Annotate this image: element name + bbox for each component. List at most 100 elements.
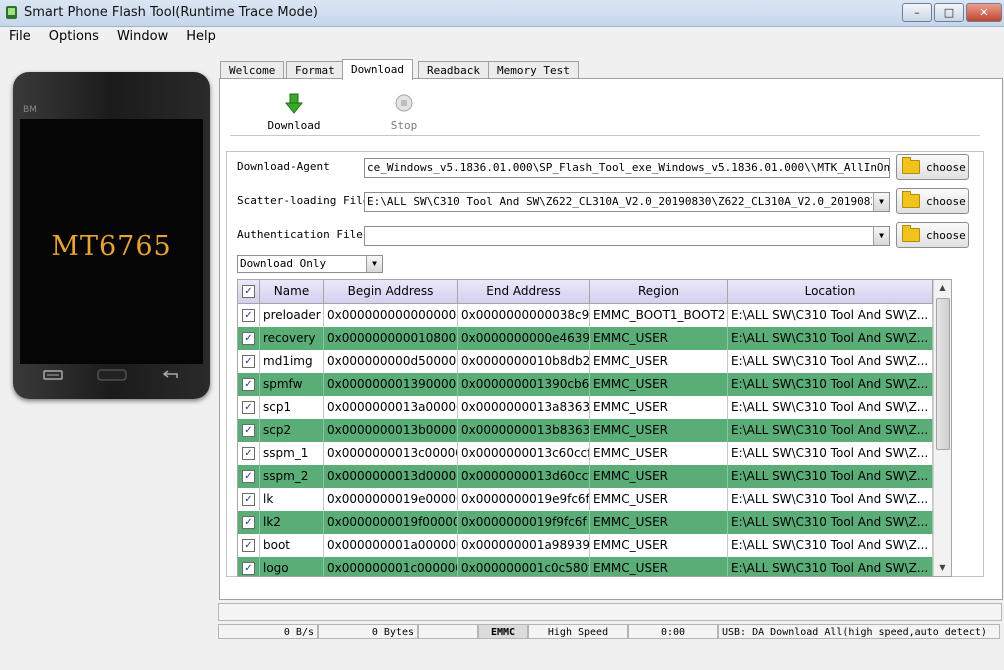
tab-welcome[interactable]: Welcome [220, 61, 285, 79]
table-row[interactable]: ✓ spmfw 0x0000000013900000 0x000000001390cb… [238, 373, 933, 396]
region: EMMC_USER [590, 511, 728, 534]
partition-name: sspm_1 [260, 442, 324, 465]
status-speed: 0 B/s [218, 624, 318, 639]
download-settings: Download-Agent ce_Windows_v5.1836.01.000… [226, 151, 984, 577]
partition-name: lk [260, 488, 324, 511]
download-button[interactable]: Download [259, 87, 329, 133]
table-row[interactable]: ✓ boot 0x000000001a000000 0x000000001a98939… [238, 534, 933, 557]
row-checkbox-cell: ✓ [238, 557, 260, 576]
scroll-thumb[interactable] [936, 298, 950, 450]
menu-bar: File Options Window Help [0, 26, 1004, 46]
partition-name: lk2 [260, 511, 324, 534]
row-checkbox[interactable]: ✓ [242, 424, 255, 437]
partition-name: scp1 [260, 396, 324, 419]
auth-file-label: Authentication File [237, 228, 363, 241]
header-location[interactable]: Location [728, 280, 933, 303]
row-checkbox[interactable]: ✓ [242, 378, 255, 391]
table-row[interactable]: ✓ logo 0x000000001c000000 0x000000001c0c580… [238, 557, 933, 576]
device-screen: MT6765 [20, 119, 203, 364]
table-header: ✓ Name Begin Address End Address Region … [238, 280, 933, 304]
table-row[interactable]: ✓ scp2 0x0000000013b00000 0x0000000013b8363… [238, 419, 933, 442]
row-checkbox[interactable]: ✓ [242, 470, 255, 483]
location: E:\ALL SW\C310 Tool And SW\Z... [728, 350, 933, 373]
row-checkbox[interactable]: ✓ [242, 401, 255, 414]
scatter-file-choose-button[interactable]: choose [896, 188, 969, 214]
chevron-down-icon[interactable]: ▼ [873, 227, 889, 245]
auth-file-choose-button[interactable]: choose [896, 222, 969, 248]
row-checkbox[interactable]: ✓ [242, 516, 255, 529]
download-panel: Download Stop Download-Agent ce_Windows_… [219, 78, 1003, 600]
tab-download[interactable]: Download [342, 59, 413, 80]
header-end-address[interactable]: End Address [458, 280, 590, 303]
tab-memory-test[interactable]: Memory Test [488, 61, 579, 79]
progress-bar [218, 603, 1002, 621]
table-row[interactable]: ✓ recovery 0x0000000000108000 0x0000000000e… [238, 327, 933, 350]
row-checkbox[interactable]: ✓ [242, 332, 255, 345]
row-checkbox-cell: ✓ [238, 373, 260, 396]
download-agent-field[interactable]: ce_Windows_v5.1836.01.000\SP_Flash_Tool_… [364, 158, 890, 178]
table-row[interactable]: ✓ lk 0x0000000019e00000 0x0000000019e9fc6f E… [238, 488, 933, 511]
menu-window[interactable]: Window [108, 29, 177, 44]
download-mode-select[interactable]: Download Only ▼ [237, 255, 383, 273]
table-scrollbar[interactable]: ▲ ▼ [933, 280, 951, 576]
choose-label: choose [926, 194, 966, 208]
menu-options[interactable]: Options [40, 29, 108, 44]
maximize-button[interactable]: □ [934, 3, 964, 22]
chevron-down-icon[interactable]: ▼ [873, 193, 889, 211]
begin-address: 0x0000000019f00000 [324, 511, 458, 534]
close-button[interactable]: ✕ [966, 3, 1002, 22]
stop-button[interactable]: Stop [369, 87, 439, 133]
table-row[interactable]: ✓ md1img 0x000000000d500000 0x0000000010b8d… [238, 350, 933, 373]
row-checkbox[interactable]: ✓ [242, 309, 255, 322]
scroll-up-icon[interactable]: ▲ [934, 280, 951, 295]
row-checkbox[interactable]: ✓ [242, 539, 255, 552]
auth-file-dropdown[interactable]: ▼ [364, 226, 890, 246]
download-agent-value: ce_Windows_v5.1836.01.000\SP_Flash_Tool_… [367, 161, 890, 174]
partition-name: spmfw [260, 373, 324, 396]
row-checkbox[interactable]: ✓ [242, 447, 255, 460]
download-label: Download [267, 119, 321, 132]
scatter-file-dropdown[interactable]: E:\ALL SW\C310 Tool And SW\Z622_CL310A_V… [364, 192, 890, 212]
end-address: 0x0000000010b8db2f [458, 350, 590, 373]
menu-key-icon [43, 370, 63, 380]
row-checkbox[interactable]: ✓ [242, 562, 255, 575]
select-all-cell: ✓ [238, 280, 260, 303]
toolbar: Download Stop [230, 87, 980, 136]
begin-address: 0x0000000019e00000 [324, 488, 458, 511]
begin-address: 0x0000000013900000 [324, 373, 458, 396]
begin-address: 0x0000000000000000 [324, 304, 458, 327]
menu-help[interactable]: Help [177, 29, 225, 44]
partition-name: recovery [260, 327, 324, 350]
menu-file[interactable]: File [0, 29, 40, 44]
row-checkbox[interactable]: ✓ [242, 355, 255, 368]
region: EMMC_USER [590, 557, 728, 576]
region: EMMC_USER [590, 419, 728, 442]
table-row[interactable]: ✓ scp1 0x0000000013a00000 0x0000000013a8363… [238, 396, 933, 419]
status-bar: 0 B/s 0 Bytes EMMC High Speed 0:00 USB: … [218, 624, 1000, 640]
row-checkbox[interactable]: ✓ [242, 493, 255, 506]
header-begin-address[interactable]: Begin Address [324, 280, 458, 303]
tab-readback[interactable]: Readback [418, 61, 489, 79]
header-region[interactable]: Region [590, 280, 728, 303]
table-row[interactable]: ✓ preloader 0x0000000000000000 0x0000000000… [238, 304, 933, 327]
partition-name: scp2 [260, 419, 324, 442]
location: E:\ALL SW\C310 Tool And SW\Z... [728, 442, 933, 465]
table-row[interactable]: ✓ lk2 0x0000000019f00000 0x0000000019f9fc6f… [238, 511, 933, 534]
tab-format[interactable]: Format [286, 61, 344, 79]
scroll-down-icon[interactable]: ▼ [934, 560, 951, 575]
window-title: Smart Phone Flash Tool(Runtime Trace Mod… [24, 5, 318, 20]
region: EMMC_USER [590, 327, 728, 350]
table-row[interactable]: ✓ sspm_1 0x0000000013c00000 0x0000000013c60… [238, 442, 933, 465]
begin-address: 0x0000000013c00000 [324, 442, 458, 465]
table-row[interactable]: ✓ sspm_2 0x0000000013d00000 0x0000000013d60… [238, 465, 933, 488]
download-agent-choose-button[interactable]: choose [896, 154, 969, 180]
partition-table: ✓ Name Begin Address End Address Region … [237, 279, 952, 577]
minimize-button[interactable]: – [902, 3, 932, 22]
header-name[interactable]: Name [260, 280, 324, 303]
end-address: 0x0000000013a8363f [458, 396, 590, 419]
location: E:\ALL SW\C310 Tool And SW\Z... [728, 373, 933, 396]
region: EMMC_USER [590, 534, 728, 557]
partition-name: md1img [260, 350, 324, 373]
select-all-checkbox[interactable]: ✓ [242, 285, 255, 298]
chevron-down-icon[interactable]: ▼ [366, 256, 382, 272]
